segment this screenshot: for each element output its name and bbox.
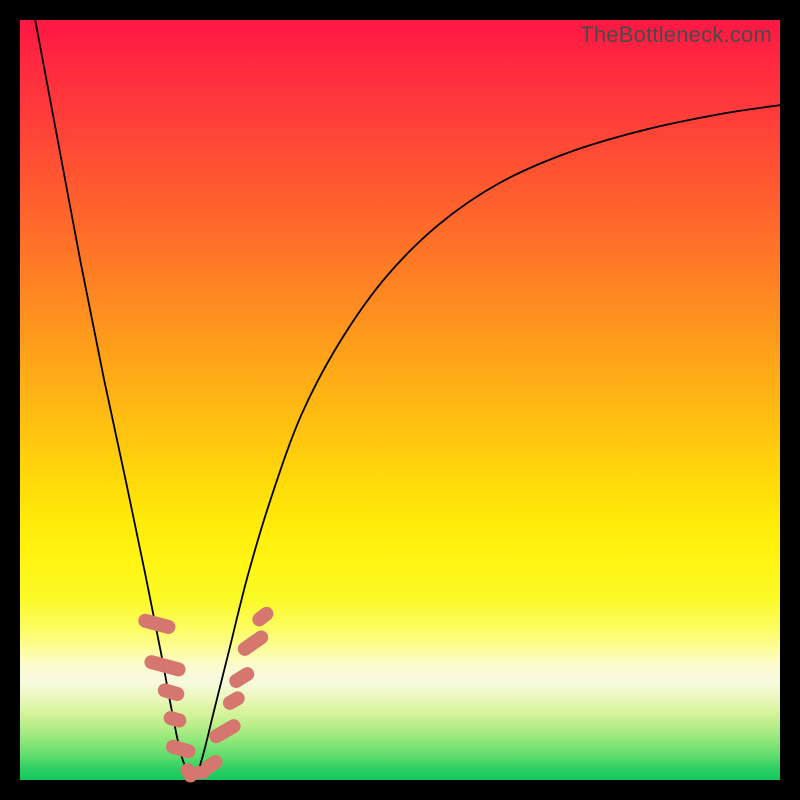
plot-area: TheBottleneck.com	[20, 20, 780, 780]
bottleneck-curve	[20, 20, 780, 780]
chart-frame: TheBottleneck.com	[0, 0, 800, 800]
